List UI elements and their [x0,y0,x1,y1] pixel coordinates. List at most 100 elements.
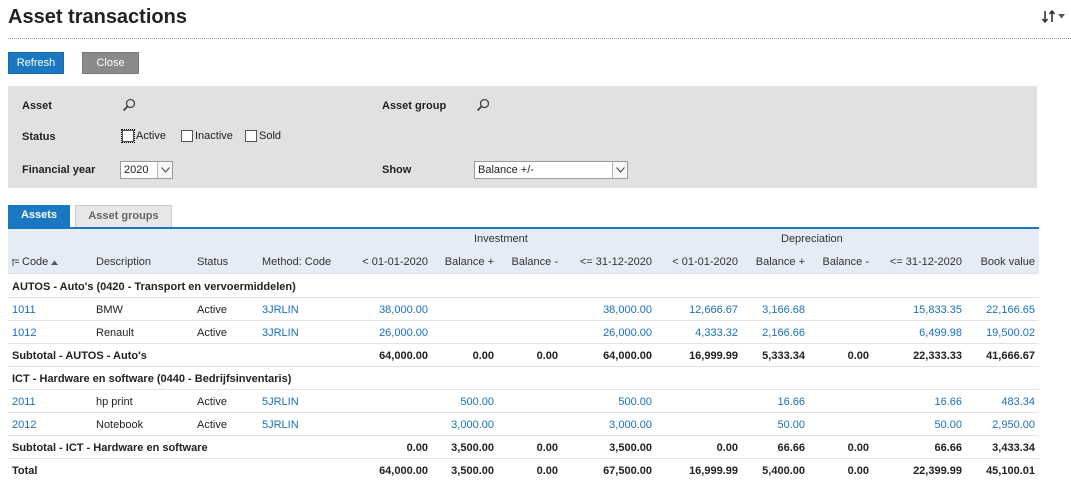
cell-book-value[interactable]: 483.34 [1001,396,1035,408]
show-select[interactable]: Balance +/- [474,161,628,179]
sort-ascending-icon [51,260,59,265]
asset-group-search-icon[interactable] [476,98,490,112]
sort-icon [1042,10,1056,23]
column-options-icon [12,258,19,266]
cell-dep-open[interactable]: 4,333.32 [695,327,738,339]
table-row: 1012 Renault Active 3JRLIN 26,000.00 26,000.0… [8,321,1039,344]
cell-dep-plus[interactable]: 2,166.66 [762,327,805,339]
column-header-status[interactable]: Status [197,256,228,268]
cell-book-value[interactable]: 22,166.65 [986,304,1035,316]
column-header-dep-open[interactable]: < 01-01-2020 [672,256,738,268]
cell-inv-close[interactable]: 38,000.00 [603,304,652,316]
chevron-down-icon [616,167,625,173]
table-row: 2011 hp print Active 5JRLIN 500.00 500.00 16.6… [8,390,1039,413]
column-header-inv-close[interactable]: <= 31-12-2020 [580,256,652,268]
cell-status: Active [197,327,227,339]
tab-assets[interactable]: Assets [8,205,70,227]
status-active[interactable]: Active [121,129,174,143]
cell-inv-close[interactable]: 500.00 [618,396,652,408]
table-header: Investment Depreciation Code Description St… [8,229,1039,274]
group-header-row: AUTOS - Auto's (0420 - Transport en verv… [8,275,1039,298]
show-value: Balance +/- [478,164,534,176]
column-header-inv-open[interactable]: < 01-01-2020 [362,256,428,268]
financial-year-dropdown-toggle[interactable] [157,162,172,178]
close-button[interactable]: Close [82,52,139,74]
cell-dep-plus[interactable]: 16.66 [777,396,805,408]
cell-dep-plus[interactable]: 3,166.68 [762,304,805,316]
status-inactive[interactable]: Inactive [181,130,241,142]
column-header-dep-plus[interactable]: Balance + [756,256,805,268]
asset-search-icon[interactable] [122,98,136,112]
financial-year-label: Financial year [22,164,96,176]
cell-code[interactable]: 2011 [12,396,36,408]
column-header-inv-plus[interactable]: Balance + [445,256,494,268]
total-inv-plus: 3,500.00 [451,465,494,477]
page-title: Asset transactions [8,6,187,28]
cell-method-code[interactable]: 5JRLIN [262,419,299,431]
subtotal-dep-close: 22,333.33 [913,350,962,362]
total-dep-minus: 0.00 [847,465,869,477]
status-label: Status [22,131,56,143]
active-checkbox[interactable] [121,129,135,143]
total-inv-close: 67,500.00 [603,465,652,477]
cell-dep-close[interactable]: 16.66 [934,396,962,408]
column-header-description[interactable]: Description [96,256,151,268]
sort-options-menu[interactable] [1042,10,1065,23]
cell-inv-close[interactable]: 3,000.00 [609,419,652,431]
cell-dep-plus[interactable]: 50.00 [777,419,805,431]
show-dropdown-toggle[interactable] [612,162,627,178]
cell-status: Active [197,304,227,316]
cell-description: Notebook [96,419,144,431]
cell-dep-close[interactable]: 15,833.35 [913,304,962,316]
group-title: AUTOS - Auto's (0420 - Transport en verv… [12,281,296,293]
sold-checkbox-label: Sold [259,130,282,142]
column-header-book-value[interactable]: Book value [981,256,1035,268]
column-header-dep-minus[interactable]: Balance - [823,256,869,268]
status-sold[interactable]: Sold [245,130,289,142]
inactive-checkbox[interactable] [181,130,193,142]
cell-inv-open[interactable]: 38,000.00 [379,304,428,316]
cell-inv-plus[interactable]: 500.00 [460,396,494,408]
cell-book-value[interactable]: 2,950.00 [992,419,1035,431]
subtotal-label: Subtotal - ICT - Hardware en software [12,442,208,454]
subtotal-dep-open: 16,999.99 [689,350,738,362]
column-header-code-label: Code [22,256,49,268]
total-dep-plus: 5,400.00 [762,465,805,477]
sold-checkbox[interactable] [245,130,257,142]
cell-code[interactable]: 2012 [12,419,36,431]
column-header-code[interactable]: Code [12,256,60,268]
cell-dep-close[interactable]: 6,499.98 [919,327,962,339]
cell-dep-open[interactable]: 12,666.67 [689,304,738,316]
subtotal-dep-plus: 66.66 [777,442,805,454]
cell-book-value[interactable]: 19,500.02 [986,327,1035,339]
subtotal-dep-open: 0.00 [716,442,738,454]
total-book-value: 45,100.01 [986,465,1035,477]
subtotal-book-value: 3,433.34 [992,442,1035,454]
cell-description: BMW [96,304,123,316]
tab-asset-groups[interactable]: Asset groups [75,205,172,227]
column-header-method-code[interactable]: Method: Code [262,256,331,268]
group-title: ICT - Hardware en software (0440 - Bedri… [12,373,292,385]
subtotal-book-value: 41,666.67 [986,350,1035,362]
cell-inv-plus[interactable]: 3,000.00 [451,419,494,431]
total-inv-minus: 0.00 [536,465,558,477]
refresh-button[interactable]: Refresh [8,52,64,74]
cell-method-code[interactable]: 5JRLIN [262,396,299,408]
cell-method-code[interactable]: 3JRLIN [262,304,299,316]
cell-inv-open[interactable]: 26,000.00 [379,327,428,339]
table-row: 1011 BMW Active 3JRLIN 38,000.00 38,000.00 12,… [8,298,1039,321]
cell-method-code[interactable]: 3JRLIN [262,327,299,339]
financial-year-select[interactable]: 2020 [120,161,173,179]
financial-year-value: 2020 [124,164,149,176]
column-header-dep-close[interactable]: <= 31-12-2020 [890,256,962,268]
subtotal-inv-open: 0.00 [406,442,428,454]
asset-label: Asset [22,100,52,112]
subtotal-inv-plus: 0.00 [472,350,494,362]
cell-code[interactable]: 1011 [12,304,36,316]
column-header-inv-minus[interactable]: Balance - [512,256,558,268]
subtotal-inv-minus: 0.00 [536,350,558,362]
subtotal-inv-plus: 3,500.00 [451,442,494,454]
cell-dep-close[interactable]: 50.00 [934,419,962,431]
cell-inv-close[interactable]: 26,000.00 [603,327,652,339]
cell-code[interactable]: 1012 [12,327,36,339]
